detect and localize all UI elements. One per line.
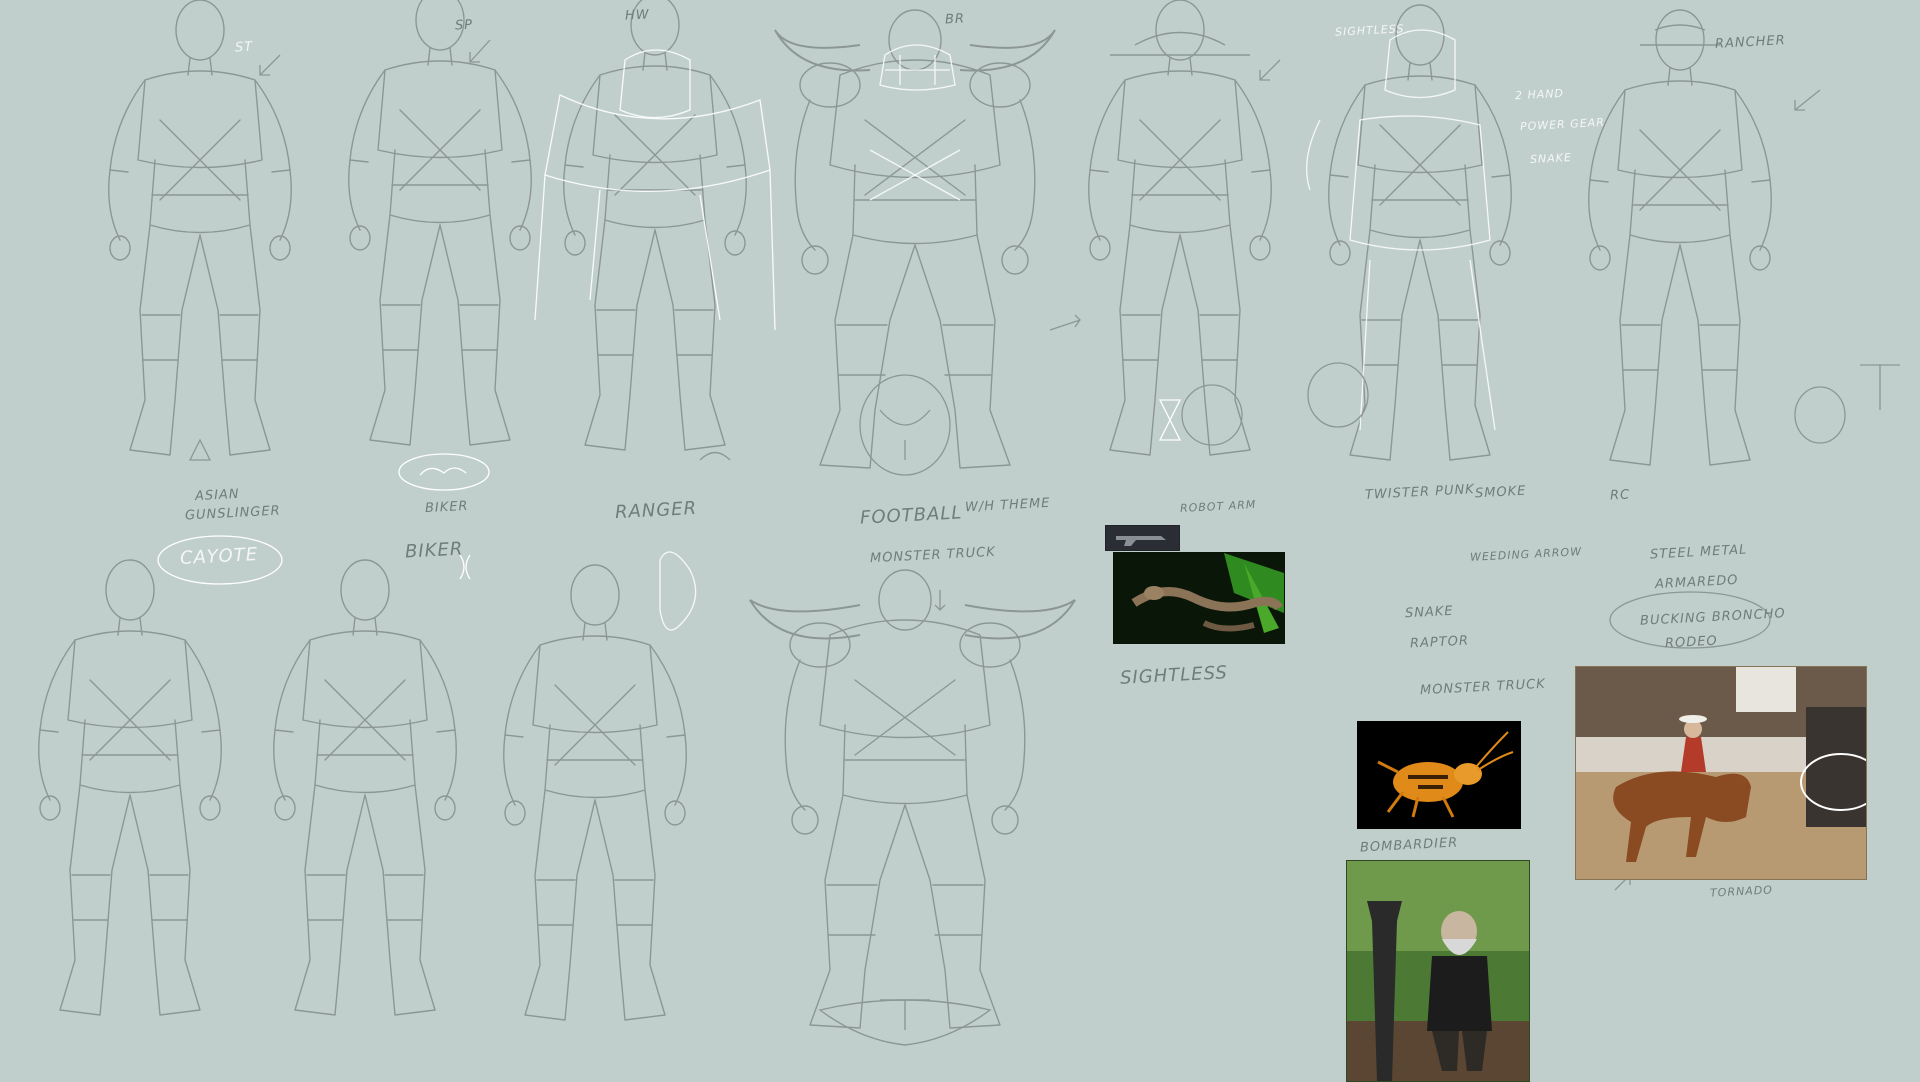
label-c6-e: SNAKE: [1529, 150, 1573, 167]
snake-reference-photo: [1113, 552, 1285, 644]
label-c2-a: BIKER: [424, 498, 469, 517]
label-c1-a: ASIAN: [194, 486, 240, 505]
rodeo-ref-icon: [1576, 667, 1866, 879]
label-c7-b: RC: [1609, 487, 1631, 504]
label-c3-a: RANGER: [614, 497, 698, 524]
gun-ref-icon: [1106, 526, 1179, 550]
label-c3-tag: HW: [624, 7, 651, 24]
beetle-reference-photo: [1357, 721, 1521, 829]
label-c6-i: RAPTOR: [1409, 633, 1470, 652]
label-c2-tag: SP: [454, 17, 474, 34]
label-c2-b: BIKER: [404, 538, 464, 563]
label-c6-h: SNAKE: [1404, 603, 1454, 622]
label-c6-f: SMOKE: [1474, 483, 1527, 502]
snake-ref-icon: [1114, 553, 1284, 643]
label-c6-b: 2 HAND: [1514, 86, 1565, 103]
label-c1-tag: ST: [234, 39, 254, 56]
blacksmith-reference-photo: [1346, 860, 1530, 1082]
gun-reference-photo: [1105, 525, 1180, 551]
label-c4-tag: BR: [944, 11, 966, 28]
blacksmith-ref-icon: [1347, 861, 1529, 1081]
beetle-ref-icon: [1358, 722, 1520, 828]
bottom-row-sketches: [38, 559, 1076, 1046]
rodeo-reference-photo: [1575, 666, 1867, 880]
label-c1-c: CAYOTE: [179, 543, 259, 570]
top-row-sketches: [108, 0, 1772, 469]
concept-sketch-sheet: [38, 0, 1900, 1046]
label-c7-f: RODEO: [1664, 633, 1719, 652]
